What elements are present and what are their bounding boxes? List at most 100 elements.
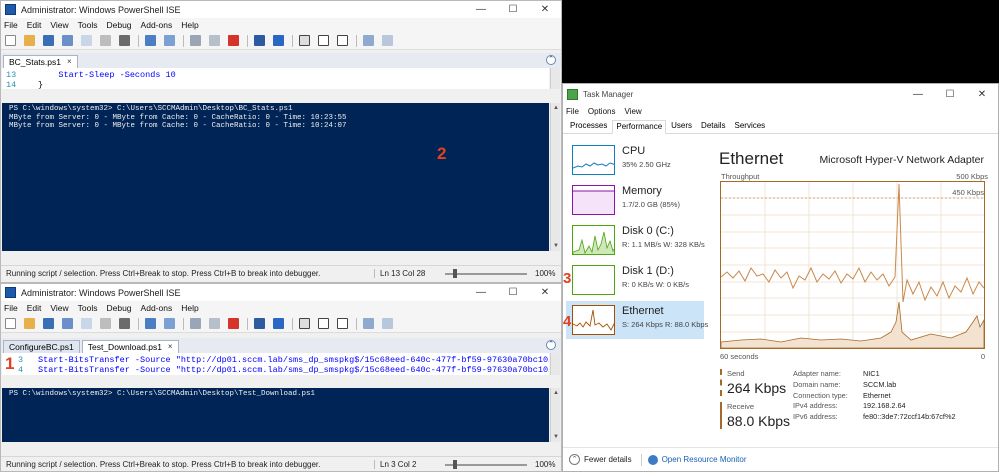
layout-top-icon[interactable] [299,35,310,46]
copy-icon[interactable] [81,318,92,329]
minimize-button[interactable]: — [465,1,497,18]
minimize-button[interactable]: — [465,284,497,301]
powershell-console-icon[interactable] [273,318,284,329]
clear-icon[interactable] [119,318,130,329]
stop-icon[interactable] [228,35,239,46]
open-resource-monitor-link[interactable]: Open Resource Monitor [662,455,747,464]
console-pane[interactable]: PS C:\windows\system32> C:\Users\SCCMAdm… [2,103,549,251]
menu-tools[interactable]: Tools [78,20,98,30]
menu-tools[interactable]: Tools [78,303,98,313]
tab-close-icon[interactable]: × [168,341,173,353]
show-commands-icon[interactable] [363,318,374,329]
run-selection-icon[interactable] [209,35,220,46]
minimize-button[interactable]: — [902,86,934,103]
show-commands-icon[interactable] [363,35,374,46]
new-file-icon[interactable] [5,318,16,329]
tab-test-download[interactable]: Test_Download.ps1 × [81,340,179,353]
menu-file[interactable]: File [4,303,18,313]
show-addon-icon[interactable] [382,318,393,329]
redo-icon[interactable] [164,318,175,329]
tab-performance[interactable]: Performance [612,120,667,134]
tab-close-icon[interactable]: × [67,56,72,68]
paste-icon[interactable] [100,35,111,46]
tab-bc-stats[interactable]: BC_Stats.ps1 × [3,55,78,68]
scroll-down-icon[interactable]: ▼ [551,241,561,251]
close-button[interactable]: ✕ [529,284,561,301]
menu-options[interactable]: Options [588,107,616,116]
redo-icon[interactable] [164,35,175,46]
chevron-up-icon[interactable]: ⌃ [569,454,580,465]
new-file-icon[interactable] [5,35,16,46]
layout-right-icon[interactable] [318,35,329,46]
script-editor[interactable]: 13 Start-Sleep -Seconds 10 14 } [2,68,549,89]
maximize-button[interactable]: ☐ [934,86,966,103]
tab-processes[interactable]: Processes [566,119,611,133]
copy-icon[interactable] [81,35,92,46]
remote-powershell-icon[interactable] [254,318,265,329]
zoom-slider[interactable] [445,464,527,466]
run-selection-icon[interactable] [209,318,220,329]
script-editor[interactable]: 3 Start-BitsTransfer -Source "http://dp0… [2,353,549,375]
layout-top-icon[interactable] [299,318,310,329]
scroll-up-icon[interactable]: ▲ [551,388,561,398]
zoom-slider-thumb[interactable] [453,460,457,469]
collapse-script-pane-icon[interactable]: ⌃ [546,340,556,350]
resource-ethernet[interactable]: Ethernet S: 264 Kbps R: 88.0 Kbps [566,301,708,339]
resource-disk-0[interactable]: Disk 0 (C:) R: 1.1 MB/s W: 328 KB/s [566,221,705,259]
maximize-button[interactable]: ☐ [497,1,529,18]
powershell-console-icon[interactable] [273,35,284,46]
menu-help[interactable]: Help [181,20,198,30]
console-scrollbar[interactable]: ▲ ▼ [550,103,560,251]
maximize-button[interactable]: ☐ [497,284,529,301]
menu-edit[interactable]: Edit [27,303,42,313]
resource-disk-1[interactable]: Disk 1 (D:) R: 0 KB/s W: 0 KB/s [566,261,704,299]
collapse-script-pane-icon[interactable]: ⌃ [546,55,556,65]
console-pane[interactable]: PS C:\windows\system32> C:\Users\SCCMAdm… [2,388,549,442]
menu-debug[interactable]: Debug [106,20,131,30]
tab-services[interactable]: Services [731,119,770,133]
scroll-down-icon[interactable]: ▼ [551,432,561,442]
undo-icon[interactable] [145,318,156,329]
run-icon[interactable] [190,35,201,46]
menu-view[interactable]: View [50,303,68,313]
menu-debug[interactable]: Debug [106,303,131,313]
tab-details[interactable]: Details [697,119,729,133]
save-icon[interactable] [43,35,54,46]
resource-memory[interactable]: Memory 1.7/2.0 GB (85%) [566,181,704,219]
tab-users[interactable]: Users [667,119,696,133]
fewer-details-link[interactable]: Fewer details [584,455,632,464]
editor-scrollbar[interactable] [550,68,560,89]
show-addon-icon[interactable] [382,35,393,46]
open-folder-icon[interactable] [24,318,35,329]
paste-icon[interactable] [100,318,111,329]
menu-view[interactable]: View [624,107,641,116]
close-button[interactable]: ✕ [529,1,561,18]
tab-configure-bc[interactable]: ConfigureBC.ps1 [3,340,80,353]
menu-file[interactable]: File [566,107,579,116]
menu-help[interactable]: Help [181,303,198,313]
remote-powershell-icon[interactable] [254,35,265,46]
clear-icon[interactable] [119,35,130,46]
stop-icon[interactable] [228,318,239,329]
resource-cpu[interactable]: CPU 35% 2.50 GHz [566,141,704,179]
zoom-slider[interactable] [445,273,527,275]
menu-addons[interactable]: Add-ons [141,303,173,313]
console-scrollbar[interactable]: ▲ ▼ [550,388,560,442]
open-folder-icon[interactable] [24,35,35,46]
menu-addons[interactable]: Add-ons [141,20,173,30]
cut-icon[interactable] [62,35,73,46]
cut-icon[interactable] [62,318,73,329]
menu-file[interactable]: File [4,20,18,30]
menu-view[interactable]: View [50,20,68,30]
scroll-up-icon[interactable]: ▲ [551,103,561,113]
layout-max-icon[interactable] [337,35,348,46]
close-button[interactable]: ✕ [966,86,998,103]
zoom-slider-thumb[interactable] [453,269,457,278]
run-icon[interactable] [190,318,201,329]
layout-right-icon[interactable] [318,318,329,329]
editor-scrollbar[interactable] [550,353,560,375]
save-icon[interactable] [43,318,54,329]
menu-edit[interactable]: Edit [27,20,42,30]
layout-max-icon[interactable] [337,318,348,329]
undo-icon[interactable] [145,35,156,46]
